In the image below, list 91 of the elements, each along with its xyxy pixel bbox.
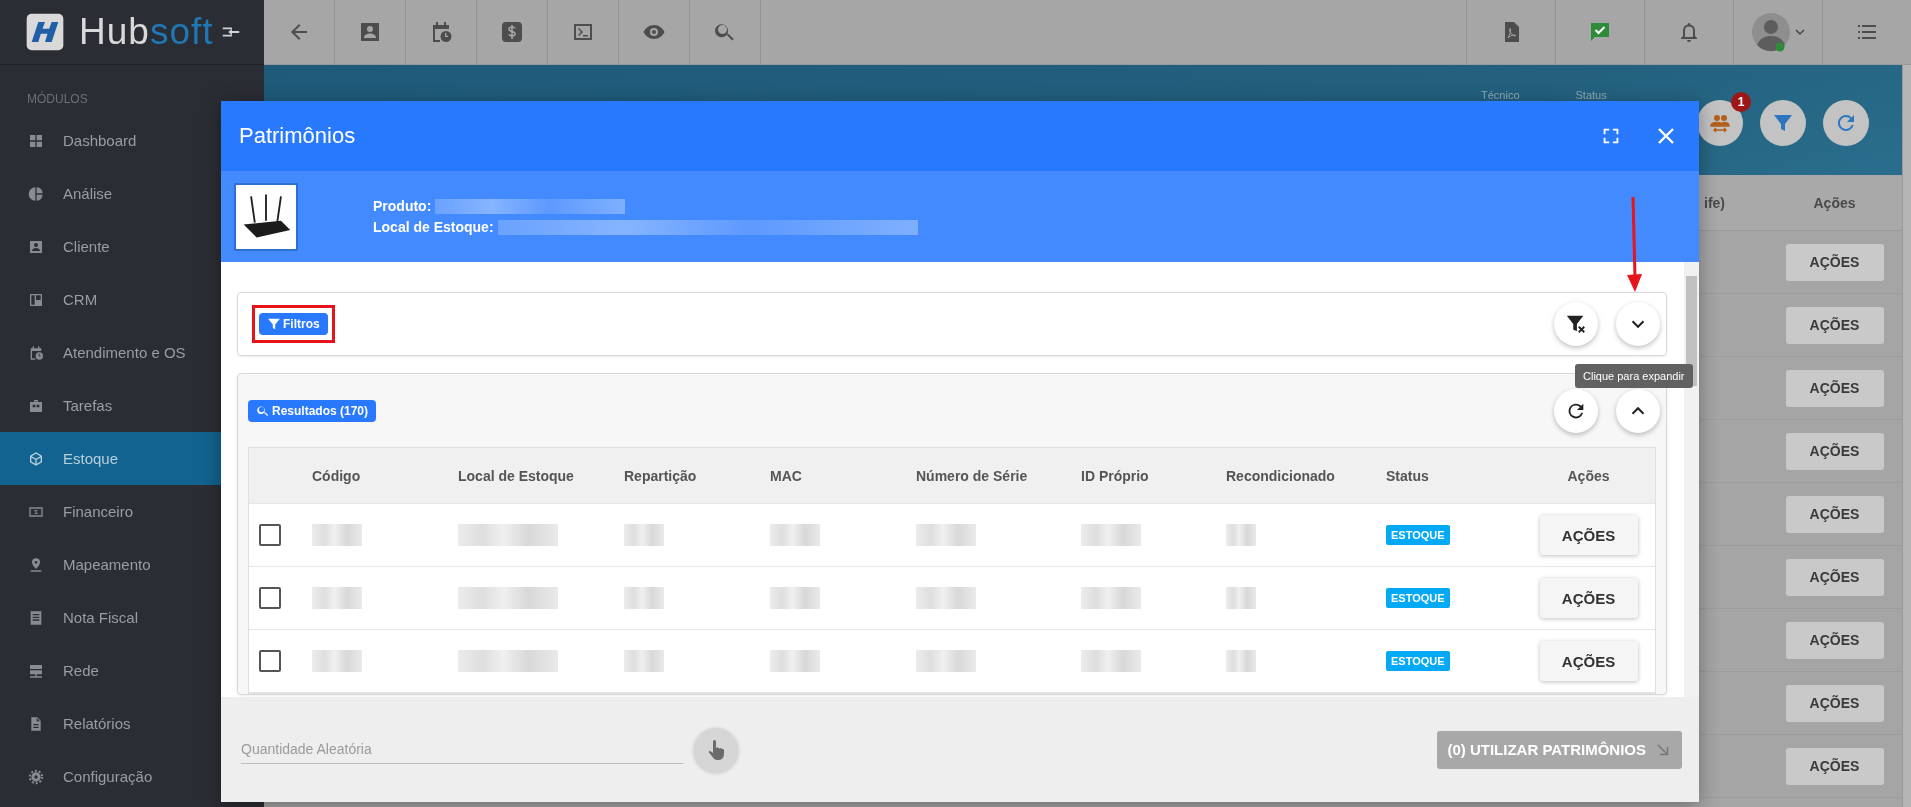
scrollbar[interactable] [1684, 262, 1699, 697]
dollar-icon[interactable] [500, 20, 524, 44]
row-checkbox[interactable] [259, 587, 281, 609]
results-button[interactable]: Resultados (170) [248, 399, 377, 422]
dialog-title: Patrimônios [239, 123, 357, 149]
actions-button[interactable]: AÇÕES [1785, 243, 1884, 281]
blurred-text [916, 587, 976, 609]
caret-icon[interactable] [1795, 29, 1805, 35]
filter-clear-icon [1565, 313, 1587, 335]
gear-icon [28, 768, 44, 785]
column-header: Local de Estoque [458, 467, 574, 484]
clear-filter-button[interactable] [1554, 302, 1598, 346]
row-checkbox[interactable] [259, 524, 281, 546]
blurred-text [1226, 650, 1256, 672]
blurred-text [770, 524, 820, 546]
filters-button[interactable]: Filtros [259, 313, 328, 335]
sidebar-item[interactable]: Análise [0, 167, 264, 220]
sidebar-item[interactable]: Mapeamento [0, 538, 264, 591]
blurred-text [624, 587, 664, 609]
column-header: Status [1386, 467, 1429, 484]
actions-button[interactable]: AÇÕES [1785, 684, 1884, 722]
field-label: Local de Estoque: [373, 219, 494, 235]
actions-button[interactable]: AÇÕES [1785, 495, 1884, 533]
random-pick-button[interactable] [694, 727, 738, 772]
sidebar-item[interactable]: Rede [0, 644, 264, 697]
pie-chart-icon [28, 185, 44, 202]
column-header: ife) [1704, 194, 1725, 211]
briefcase-icon [28, 397, 44, 414]
field-label: Técnico [1481, 89, 1520, 101]
server-icon [28, 662, 44, 679]
contact-card-icon [28, 238, 44, 255]
blurred-text [1226, 524, 1256, 546]
blurred-text [312, 650, 362, 672]
file-icon [28, 715, 44, 732]
status-badge: ESTOQUE [1386, 651, 1450, 671]
contact-card-icon[interactable] [358, 20, 382, 44]
field-label: Status [1575, 89, 1607, 101]
blurred-text [312, 524, 362, 546]
actions-button[interactable]: AÇÕES [1785, 369, 1884, 407]
document-icon [28, 609, 44, 626]
notification-badge: 1 [1731, 92, 1751, 112]
column-header: Ações [1567, 467, 1610, 484]
blurred-text [624, 650, 664, 672]
column-header: Recondicionado [1226, 467, 1335, 484]
actions-button[interactable]: AÇÕES [1785, 432, 1884, 470]
column-header: ID Próprio [1081, 467, 1149, 484]
sidebar-item[interactable]: Nota Fiscal [0, 591, 264, 644]
actions-button[interactable]: AÇÕES [1785, 621, 1884, 659]
blurred-text [1081, 524, 1141, 546]
chat-check-icon[interactable] [1588, 20, 1612, 44]
actions-button[interactable]: AÇÕES [1539, 515, 1638, 555]
blurred-text [624, 524, 664, 546]
sidebar-item[interactable]: Financeiro [0, 485, 264, 538]
filter-icon [267, 317, 281, 331]
column-header: Número de Série [916, 467, 1028, 484]
status-badge: ESTOQUE [1386, 588, 1450, 608]
router-image [234, 182, 298, 251]
blurred-text [1226, 587, 1256, 609]
blurred-text [1081, 650, 1141, 672]
scrollbar[interactable] [1902, 65, 1911, 807]
actions-button[interactable]: AÇÕES [1785, 558, 1884, 596]
blurred-text [916, 650, 976, 672]
logo-text: Hubsoft [79, 11, 214, 53]
sidebar-item[interactable]: Cliente [0, 220, 264, 273]
map-pin-icon [28, 556, 44, 573]
filter-button[interactable] [1760, 100, 1806, 146]
actions-button[interactable]: AÇÕES [1785, 306, 1884, 344]
field-label: Produto: [373, 198, 432, 214]
blurred-text [1081, 587, 1141, 609]
board-icon [28, 291, 44, 308]
column-header: Repartição [624, 467, 697, 484]
cube-icon [28, 450, 44, 467]
actions-button[interactable]: AÇÕES [1539, 578, 1638, 618]
column-header: Código [312, 467, 361, 484]
column-header: MAC [770, 467, 802, 484]
logo-icon [25, 12, 65, 52]
column-header: Ações [1812, 194, 1857, 211]
status-badge: ESTOQUE [1386, 525, 1450, 545]
tooltip: Clique para expandir [1575, 364, 1693, 388]
calendar-clock-icon [28, 344, 44, 361]
blurred-text [312, 587, 362, 609]
blurred-text [916, 524, 976, 546]
actions-button[interactable]: AÇÕES [1539, 641, 1638, 681]
row-checkbox[interactable] [259, 650, 281, 672]
actions-button[interactable]: AÇÕES [1785, 747, 1884, 785]
blurred-text [770, 587, 820, 609]
blurred-text [770, 650, 820, 672]
grid-icon [28, 132, 44, 149]
refresh-button[interactable] [1554, 388, 1598, 433]
avatar-icon[interactable] [1751, 12, 1791, 52]
section-heading: MÓDULOS [26, 90, 89, 108]
